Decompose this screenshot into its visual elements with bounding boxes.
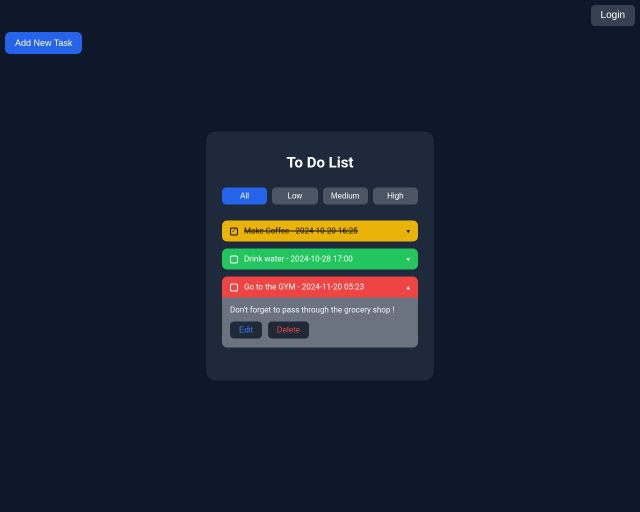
add-new-task-button[interactable]: Add New Task — [5, 32, 82, 54]
filter-bar: All Low Medium High — [222, 188, 418, 205]
chevron-down-icon: ▾ — [406, 227, 410, 235]
login-button[interactable]: Login — [591, 5, 635, 26]
filter-medium[interactable]: Medium — [323, 188, 368, 205]
chevron-up-icon: ▴ — [406, 283, 410, 291]
page-title: To Do List — [222, 154, 418, 172]
task-item: Drink water - 2024-10-28 17:00 ▾ — [222, 249, 418, 270]
todo-card: To Do List All Low Medium High Make Coff… — [206, 132, 434, 381]
task-title: Make Coffee - 2024-10-20 16:25 — [244, 227, 358, 236]
edit-button[interactable]: Edit — [230, 322, 262, 339]
checkbox-icon[interactable] — [230, 255, 238, 263]
task-header[interactable]: Make Coffee - 2024-10-20 16:25 ▾ — [222, 221, 418, 242]
task-body: Don't forget to pass through the grocery… — [222, 298, 418, 348]
task-title: Go to the GYM - 2024-11-20 05:23 — [244, 283, 364, 292]
delete-button[interactable]: Delete — [268, 322, 309, 339]
filter-all[interactable]: All — [222, 188, 267, 205]
checkbox-icon[interactable] — [230, 227, 238, 235]
task-actions: Edit Delete — [230, 322, 410, 339]
task-item: Make Coffee - 2024-10-20 16:25 ▾ — [222, 221, 418, 242]
task-item: Go to the GYM - 2024-11-20 05:23 ▴ Don't… — [222, 277, 418, 348]
checkbox-icon[interactable] — [230, 283, 238, 291]
task-description: Don't forget to pass through the grocery… — [230, 306, 410, 315]
task-header[interactable]: Go to the GYM - 2024-11-20 05:23 ▴ — [222, 277, 418, 298]
filter-low[interactable]: Low — [272, 188, 317, 205]
task-title: Drink water - 2024-10-28 17:00 — [244, 255, 353, 264]
task-header[interactable]: Drink water - 2024-10-28 17:00 ▾ — [222, 249, 418, 270]
chevron-down-icon: ▾ — [406, 255, 410, 263]
filter-high[interactable]: High — [373, 188, 418, 205]
